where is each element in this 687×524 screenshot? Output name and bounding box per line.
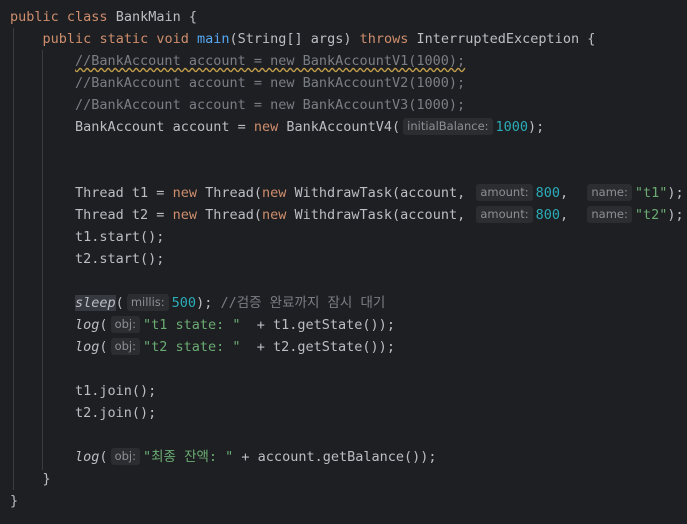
- keyword-new: new: [262, 207, 287, 223]
- close-brace: }: [10, 493, 19, 509]
- code-line-log-balance[interactable]: log(obj: "최종 잔액: " + account.getBalance()…: [10, 446, 437, 468]
- code-editor[interactable]: public class BankMain { public static vo…: [0, 0, 687, 524]
- method-call-sleep: sleep: [75, 295, 116, 311]
- account-decl: BankAccount account =: [75, 119, 254, 135]
- exception-name: InterruptedException: [416, 31, 580, 47]
- statement-end: );: [528, 119, 545, 135]
- code-line-sleep[interactable]: sleep(millis: 500); //검증 완료까지 잠시 대기: [10, 292, 385, 314]
- code-line-close-method[interactable]: }: [10, 468, 51, 490]
- keyword-new: new: [172, 207, 197, 223]
- statement-end: );: [196, 295, 213, 311]
- parameter-hint-obj: obj:: [110, 316, 140, 333]
- open-paren: (: [115, 295, 124, 311]
- keyword-class: class: [66, 9, 108, 25]
- statement-end: );: [667, 185, 684, 201]
- keyword-public: public: [42, 31, 92, 47]
- statement: t2.start();: [75, 251, 165, 267]
- open-paren: (: [99, 339, 108, 355]
- string-literal: "t2": [634, 207, 668, 223]
- task-ctor: WithdrawTask(account,: [286, 185, 466, 201]
- expression-rest: + account.getBalance());: [233, 449, 437, 465]
- main-params: (String[] args): [229, 31, 352, 47]
- parameter-hint-initial-balance: initialBalance:: [403, 118, 493, 135]
- keyword-new: new: [253, 119, 279, 135]
- code-line-class-decl[interactable]: public class BankMain {: [10, 6, 197, 28]
- number-literal: 800: [535, 185, 560, 201]
- parameter-hint-amount: amount:: [476, 206, 533, 223]
- open-paren: (: [99, 449, 108, 465]
- thread-decl: Thread t1 =: [75, 185, 173, 201]
- number-literal: 500: [171, 295, 197, 311]
- constructor-call: BankAccountV4(: [278, 119, 401, 135]
- open-brace: {: [188, 9, 198, 25]
- statement: t1.start();: [75, 229, 165, 245]
- code-line-t2-start[interactable]: t2.start();: [10, 248, 164, 270]
- expression-rest: + t2.getState());: [240, 339, 395, 355]
- inline-comment: //검증 완료까지 잠시 대기: [212, 295, 386, 311]
- code-line-comment-v1[interactable]: //BankAccount account = new BankAccountV…: [10, 50, 465, 72]
- keyword-new: new: [172, 185, 197, 201]
- method-call-log: log: [75, 449, 100, 465]
- code-line-log-t2-state[interactable]: log(obj: "t2 state: " + t2.getState());: [10, 336, 395, 358]
- thread-ctor: Thread(: [196, 185, 262, 201]
- method-call-log: log: [75, 339, 100, 355]
- expression-rest: + t1.getState());: [240, 317, 395, 333]
- keyword-new: new: [262, 185, 287, 201]
- task-ctor: WithdrawTask(account,: [286, 207, 466, 223]
- parameter-hint-name: name:: [587, 206, 632, 223]
- string-literal: "t2 state: ": [142, 339, 241, 355]
- keyword-static: static: [99, 31, 149, 47]
- comma: ,: [559, 207, 569, 223]
- code-line-comment-v3[interactable]: //BankAccount account = new BankAccountV…: [10, 94, 465, 116]
- parameter-hint-amount: amount:: [476, 184, 533, 201]
- method-name-main: main: [197, 31, 230, 47]
- parameter-hint-millis: millis:: [126, 294, 169, 311]
- thread-ctor: Thread(: [196, 207, 262, 223]
- string-literal: "t1 state: ": [142, 317, 241, 333]
- statement: t1.join();: [75, 383, 157, 399]
- keyword-void: void: [156, 31, 189, 47]
- code-line-t1-join[interactable]: t1.join();: [10, 380, 156, 402]
- keyword-throws: throws: [359, 31, 409, 47]
- statement: t2.join();: [75, 405, 157, 421]
- code-line-t2-join[interactable]: t2.join();: [10, 402, 156, 424]
- comment-text: //BankAccount account = new BankAccountV…: [75, 75, 466, 91]
- code-line-log-t1-state[interactable]: log(obj: "t1 state: " + t1.getState());: [10, 314, 395, 336]
- parameter-hint-obj: obj:: [110, 448, 140, 465]
- class-name: BankMain: [115, 9, 181, 25]
- code-line-comment-v2[interactable]: //BankAccount account = new BankAccountV…: [10, 72, 465, 94]
- keyword-public: public: [10, 9, 59, 25]
- open-brace: {: [587, 31, 596, 47]
- number-literal: 1000: [495, 119, 529, 135]
- number-literal: 800: [535, 207, 560, 223]
- string-literal: "t1": [634, 185, 668, 201]
- statement-end: );: [667, 207, 684, 223]
- method-call-log: log: [75, 317, 100, 333]
- comma: ,: [559, 185, 569, 201]
- comment-text: //BankAccount account = new BankAccountV…: [75, 97, 466, 113]
- string-literal: "최종 잔액: ": [142, 449, 234, 465]
- code-line-thread-t1[interactable]: Thread t1 = new Thread(new WithdrawTask(…: [10, 182, 684, 204]
- open-paren: (: [99, 317, 108, 333]
- code-line-t1-start[interactable]: t1.start();: [10, 226, 164, 248]
- comment-text: //BankAccount account = new BankAccountV…: [75, 53, 466, 69]
- thread-decl: Thread t2 =: [75, 207, 173, 223]
- parameter-hint-obj: obj:: [110, 338, 140, 355]
- code-line-account[interactable]: BankAccount account = new BankAccountV4(…: [10, 116, 544, 138]
- close-brace: }: [42, 471, 51, 487]
- code-line-close-class[interactable]: }: [10, 490, 18, 512]
- parameter-hint-name: name:: [587, 184, 632, 201]
- code-line-thread-t2[interactable]: Thread t2 = new Thread(new WithdrawTask(…: [10, 204, 684, 226]
- code-line-main-decl[interactable]: public static void main(String[] args) t…: [10, 28, 596, 50]
